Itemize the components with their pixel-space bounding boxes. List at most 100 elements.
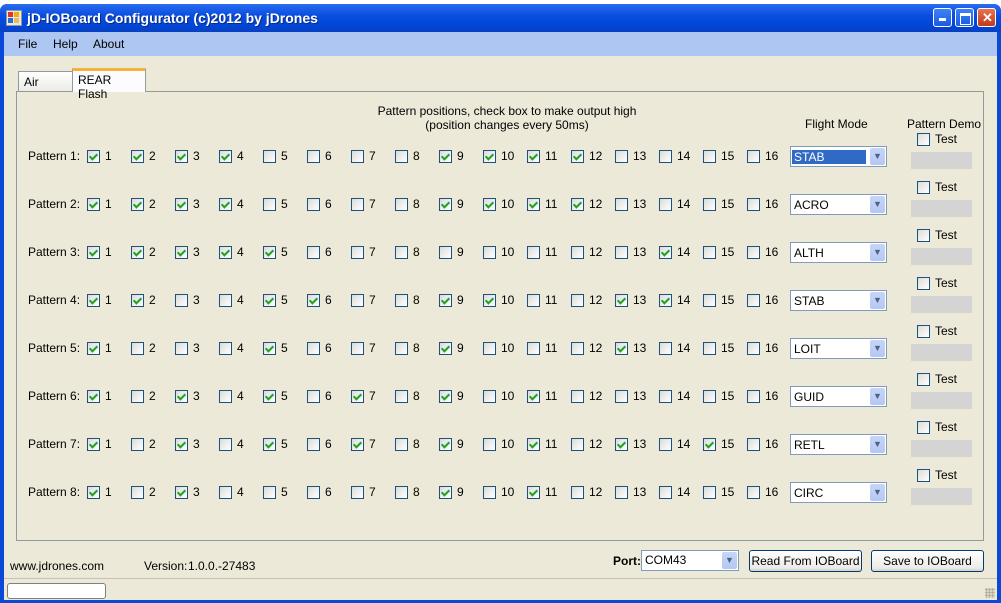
pattern-6-position-8-checkbox[interactable] xyxy=(395,390,408,403)
pattern-1-position-2-checkbox[interactable] xyxy=(131,150,144,163)
tab-air-frame[interactable]: Air Frame xyxy=(18,71,73,103)
menu-help[interactable]: Help xyxy=(53,37,78,51)
pattern-8-position-4-checkbox[interactable] xyxy=(219,486,232,499)
pattern-2-position-12-checkbox[interactable] xyxy=(571,198,584,211)
pattern-2-position-15-checkbox[interactable] xyxy=(703,198,716,211)
pattern-1-position-15-checkbox[interactable] xyxy=(703,150,716,163)
pattern-4-position-2-checkbox[interactable] xyxy=(131,294,144,307)
pattern-8-position-10-checkbox[interactable] xyxy=(483,486,496,499)
pattern-1-position-3-checkbox[interactable] xyxy=(175,150,188,163)
pattern-6-position-6-checkbox[interactable] xyxy=(307,390,320,403)
pattern-3-position-3-checkbox[interactable] xyxy=(175,246,188,259)
maximize-button[interactable] xyxy=(955,8,974,27)
pattern-1-position-11-checkbox[interactable] xyxy=(527,150,540,163)
pattern-5-position-8-checkbox[interactable] xyxy=(395,342,408,355)
pattern-4-position-14-checkbox[interactable] xyxy=(659,294,672,307)
flight-mode-select[interactable]: LOIT ▼ xyxy=(790,338,887,359)
pattern-8-position-13-checkbox[interactable] xyxy=(615,486,628,499)
pattern-4-position-6-checkbox[interactable] xyxy=(307,294,320,307)
pattern-5-position-4-checkbox[interactable] xyxy=(219,342,232,355)
pattern-6-test-checkbox[interactable] xyxy=(917,373,930,386)
pattern-5-position-13-checkbox[interactable] xyxy=(615,342,628,355)
pattern-4-position-4-checkbox[interactable] xyxy=(219,294,232,307)
pattern-3-position-11-checkbox[interactable] xyxy=(527,246,540,259)
pattern-3-position-9-checkbox[interactable] xyxy=(439,246,452,259)
pattern-6-position-9-checkbox[interactable] xyxy=(439,390,452,403)
pattern-6-position-16-checkbox[interactable] xyxy=(747,390,760,403)
chevron-down-icon[interactable]: ▼ xyxy=(870,484,885,501)
pattern-2-position-16-checkbox[interactable] xyxy=(747,198,760,211)
pattern-3-position-14-checkbox[interactable] xyxy=(659,246,672,259)
pattern-2-position-4-checkbox[interactable] xyxy=(219,198,232,211)
pattern-8-position-6-checkbox[interactable] xyxy=(307,486,320,499)
website-link[interactable]: www.jdrones.com xyxy=(10,559,104,573)
pattern-5-position-9-checkbox[interactable] xyxy=(439,342,452,355)
pattern-8-position-7-checkbox[interactable] xyxy=(351,486,364,499)
pattern-3-position-5-checkbox[interactable] xyxy=(263,246,276,259)
pattern-2-position-7-checkbox[interactable] xyxy=(351,198,364,211)
pattern-7-position-14-checkbox[interactable] xyxy=(659,438,672,451)
pattern-3-position-2-checkbox[interactable] xyxy=(131,246,144,259)
pattern-4-position-5-checkbox[interactable] xyxy=(263,294,276,307)
pattern-2-test-checkbox[interactable] xyxy=(917,181,930,194)
chevron-down-icon[interactable]: ▼ xyxy=(870,148,885,165)
pattern-7-position-12-checkbox[interactable] xyxy=(571,438,584,451)
pattern-3-position-6-checkbox[interactable] xyxy=(307,246,320,259)
pattern-4-position-8-checkbox[interactable] xyxy=(395,294,408,307)
pattern-1-position-13-checkbox[interactable] xyxy=(615,150,628,163)
pattern-5-position-6-checkbox[interactable] xyxy=(307,342,320,355)
pattern-1-position-10-checkbox[interactable] xyxy=(483,150,496,163)
pattern-8-position-15-checkbox[interactable] xyxy=(703,486,716,499)
pattern-3-position-7-checkbox[interactable] xyxy=(351,246,364,259)
pattern-5-position-3-checkbox[interactable] xyxy=(175,342,188,355)
pattern-6-position-14-checkbox[interactable] xyxy=(659,390,672,403)
pattern-2-position-13-checkbox[interactable] xyxy=(615,198,628,211)
pattern-6-position-4-checkbox[interactable] xyxy=(219,390,232,403)
pattern-8-test-checkbox[interactable] xyxy=(917,469,930,482)
chevron-down-icon[interactable]: ▼ xyxy=(870,292,885,309)
pattern-2-position-3-checkbox[interactable] xyxy=(175,198,188,211)
pattern-7-position-4-checkbox[interactable] xyxy=(219,438,232,451)
menu-file[interactable]: File xyxy=(18,37,37,51)
pattern-8-position-1-checkbox[interactable] xyxy=(87,486,100,499)
tab-rear-flash[interactable]: REAR Flash xyxy=(72,68,146,101)
pattern-3-position-1-checkbox[interactable] xyxy=(87,246,100,259)
pattern-8-position-5-checkbox[interactable] xyxy=(263,486,276,499)
close-button[interactable]: ✕ xyxy=(977,8,996,27)
pattern-8-position-11-checkbox[interactable] xyxy=(527,486,540,499)
pattern-1-position-4-checkbox[interactable] xyxy=(219,150,232,163)
resize-grip[interactable] xyxy=(985,588,995,598)
pattern-1-position-5-checkbox[interactable] xyxy=(263,150,276,163)
pattern-7-position-1-checkbox[interactable] xyxy=(87,438,100,451)
pattern-2-position-5-checkbox[interactable] xyxy=(263,198,276,211)
pattern-5-position-7-checkbox[interactable] xyxy=(351,342,364,355)
pattern-4-position-9-checkbox[interactable] xyxy=(439,294,452,307)
read-from-ioboard-button[interactable]: Read From IOBoard xyxy=(749,550,862,572)
pattern-7-position-16-checkbox[interactable] xyxy=(747,438,760,451)
flight-mode-select[interactable]: ALTH ▼ xyxy=(790,242,887,263)
chevron-down-icon[interactable]: ▼ xyxy=(870,196,885,213)
pattern-1-position-16-checkbox[interactable] xyxy=(747,150,760,163)
pattern-6-position-11-checkbox[interactable] xyxy=(527,390,540,403)
pattern-4-position-3-checkbox[interactable] xyxy=(175,294,188,307)
menu-about[interactable]: About xyxy=(93,37,124,51)
pattern-7-position-13-checkbox[interactable] xyxy=(615,438,628,451)
pattern-3-position-4-checkbox[interactable] xyxy=(219,246,232,259)
pattern-5-position-15-checkbox[interactable] xyxy=(703,342,716,355)
pattern-7-position-3-checkbox[interactable] xyxy=(175,438,188,451)
pattern-7-position-8-checkbox[interactable] xyxy=(395,438,408,451)
chevron-down-icon[interactable]: ▼ xyxy=(722,552,737,569)
flight-mode-select[interactable]: ACRO ▼ xyxy=(790,194,887,215)
pattern-4-position-7-checkbox[interactable] xyxy=(351,294,364,307)
pattern-4-position-13-checkbox[interactable] xyxy=(615,294,628,307)
pattern-4-test-checkbox[interactable] xyxy=(917,277,930,290)
pattern-6-position-3-checkbox[interactable] xyxy=(175,390,188,403)
port-select[interactable]: COM43 ▼ xyxy=(641,550,739,571)
pattern-1-position-12-checkbox[interactable] xyxy=(571,150,584,163)
pattern-5-position-14-checkbox[interactable] xyxy=(659,342,672,355)
pattern-8-position-2-checkbox[interactable] xyxy=(131,486,144,499)
pattern-2-position-1-checkbox[interactable] xyxy=(87,198,100,211)
pattern-3-position-16-checkbox[interactable] xyxy=(747,246,760,259)
pattern-8-position-14-checkbox[interactable] xyxy=(659,486,672,499)
pattern-5-position-2-checkbox[interactable] xyxy=(131,342,144,355)
